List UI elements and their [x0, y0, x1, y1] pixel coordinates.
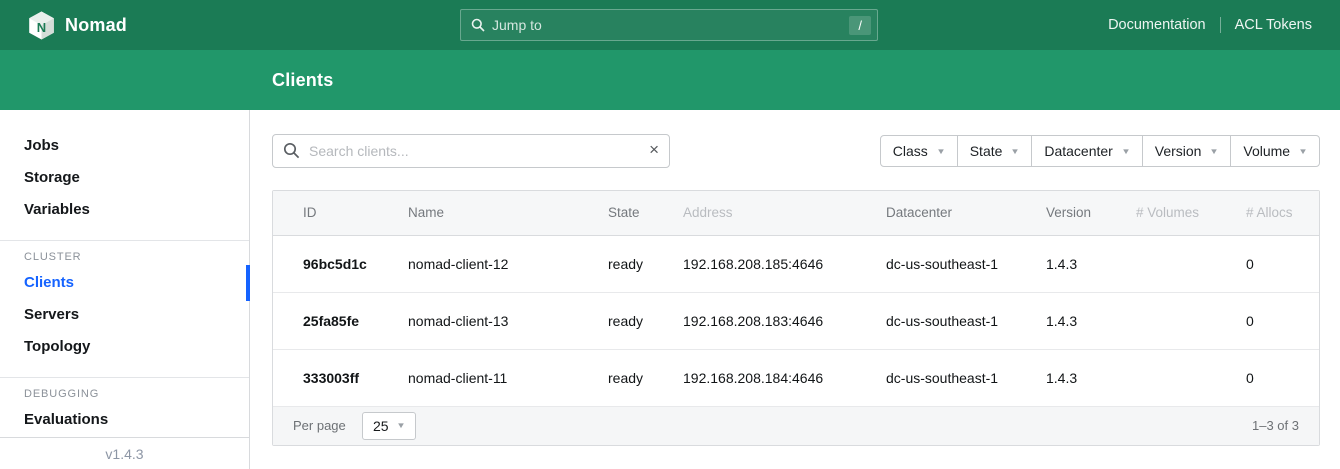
- client-state: ready: [598, 349, 673, 406]
- client-allocs: 0: [1236, 292, 1319, 349]
- brand-name: Nomad: [65, 15, 127, 36]
- jump-to-search: /: [460, 9, 878, 41]
- sidebar-section-cluster: CLUSTER: [0, 241, 249, 267]
- filter-version[interactable]: Version ▼: [1142, 135, 1232, 167]
- chevron-down-icon: ▼: [1121, 147, 1131, 156]
- table-header-row: ID Name State Address Datacenter Version…: [273, 191, 1319, 235]
- client-datacenter: dc-us-southeast-1: [876, 235, 1036, 292]
- col-header-version[interactable]: Version: [1036, 191, 1126, 235]
- slash-shortcut-key: /: [849, 16, 871, 35]
- sidebar-item-storage[interactable]: Storage: [0, 162, 249, 194]
- client-name: nomad-client-11: [398, 349, 598, 406]
- table-row[interactable]: 96bc5d1c nomad-client-12 ready 192.168.2…: [273, 235, 1319, 292]
- col-header-name[interactable]: Name: [398, 191, 598, 235]
- filter-volume[interactable]: Volume ▼: [1230, 135, 1320, 167]
- client-version: 1.4.3: [1036, 292, 1126, 349]
- client-id: 333003ff: [273, 349, 398, 406]
- nomad-logo-icon: N: [28, 11, 55, 40]
- client-id: 25fa85fe: [273, 292, 398, 349]
- link-separator: [1220, 17, 1221, 33]
- clients-search-input[interactable]: [272, 134, 670, 168]
- page-header: Clients: [0, 50, 1340, 110]
- client-address: 192.168.208.185:4646: [673, 235, 876, 292]
- clients-toolbar: × Class ▼ State ▼ Datacenter ▼ Version ▼: [272, 134, 1320, 168]
- table-pagination: Per page 25 ▼ 1–3 of 3: [273, 407, 1319, 445]
- nomad-version: v1.4.3: [0, 437, 249, 469]
- documentation-link[interactable]: Documentation: [1108, 17, 1206, 33]
- clients-search: ×: [272, 134, 670, 168]
- col-header-allocs: # Allocs: [1236, 191, 1319, 235]
- navbar-links: Documentation ACL Tokens: [1108, 17, 1312, 33]
- main-content: × Class ▼ State ▼ Datacenter ▼ Version ▼: [250, 110, 1340, 469]
- search-icon: [471, 18, 485, 32]
- clients-table: ID Name State Address Datacenter Version…: [272, 190, 1320, 446]
- client-volumes: [1126, 292, 1236, 349]
- acl-tokens-link[interactable]: ACL Tokens: [1235, 17, 1312, 33]
- chevron-down-icon: ▼: [936, 147, 946, 156]
- client-datacenter: dc-us-southeast-1: [876, 292, 1036, 349]
- table-row[interactable]: 333003ff nomad-client-11 ready 192.168.2…: [273, 349, 1319, 406]
- col-header-address: Address: [673, 191, 876, 235]
- client-state: ready: [598, 292, 673, 349]
- chevron-down-icon: ▼: [1298, 147, 1308, 156]
- filter-bar: Class ▼ State ▼ Datacenter ▼ Version ▼ V…: [880, 135, 1320, 167]
- search-icon: [283, 142, 300, 164]
- clear-search-icon[interactable]: ×: [649, 140, 659, 160]
- client-address: 192.168.208.183:4646: [673, 292, 876, 349]
- filter-datacenter[interactable]: Datacenter ▼: [1031, 135, 1142, 167]
- col-header-datacenter[interactable]: Datacenter: [876, 191, 1036, 235]
- client-allocs: 0: [1236, 235, 1319, 292]
- client-allocs: 0: [1236, 349, 1319, 406]
- per-page-select[interactable]: 25 ▼: [362, 412, 416, 440]
- col-header-volumes: # Volumes: [1126, 191, 1236, 235]
- client-volumes: [1126, 235, 1236, 292]
- sidebar-item-jobs[interactable]: Jobs: [0, 130, 249, 162]
- client-address: 192.168.208.184:4646: [673, 349, 876, 406]
- col-header-id[interactable]: ID: [273, 191, 398, 235]
- client-state: ready: [598, 235, 673, 292]
- nomad-brand[interactable]: N Nomad: [28, 11, 127, 40]
- jump-to-input[interactable]: [492, 17, 849, 33]
- page-title: Clients: [272, 70, 333, 91]
- chevron-down-icon: ▼: [1210, 147, 1220, 156]
- filter-state[interactable]: State ▼: [957, 135, 1033, 167]
- client-volumes: [1126, 349, 1236, 406]
- sidebar-item-clients[interactable]: Clients: [0, 267, 249, 299]
- client-datacenter: dc-us-southeast-1: [876, 349, 1036, 406]
- table-row[interactable]: 25fa85fe nomad-client-13 ready 192.168.2…: [273, 292, 1319, 349]
- pagination-range: 1–3 of 3: [1252, 418, 1299, 433]
- svg-text:N: N: [37, 20, 46, 35]
- sidebar: Jobs Storage Variables CLUSTER Clients S…: [0, 110, 250, 469]
- top-navbar: N Nomad / Documentation ACL Tokens: [0, 0, 1340, 50]
- client-version: 1.4.3: [1036, 349, 1126, 406]
- client-id: 96bc5d1c: [273, 235, 398, 292]
- client-name: nomad-client-13: [398, 292, 598, 349]
- sidebar-item-servers[interactable]: Servers: [0, 299, 249, 331]
- chevron-down-icon: ▼: [1011, 147, 1021, 156]
- filter-class[interactable]: Class ▼: [880, 135, 958, 167]
- client-name: nomad-client-12: [398, 235, 598, 292]
- sidebar-item-evaluations[interactable]: Evaluations: [0, 404, 249, 436]
- sidebar-item-variables[interactable]: Variables: [0, 194, 249, 226]
- sidebar-item-topology[interactable]: Topology: [0, 331, 249, 363]
- chevron-down-icon: ▼: [396, 421, 406, 430]
- per-page-label: Per page: [293, 418, 346, 433]
- client-version: 1.4.3: [1036, 235, 1126, 292]
- col-header-state[interactable]: State: [598, 191, 673, 235]
- sidebar-section-debugging: DEBUGGING: [0, 378, 249, 404]
